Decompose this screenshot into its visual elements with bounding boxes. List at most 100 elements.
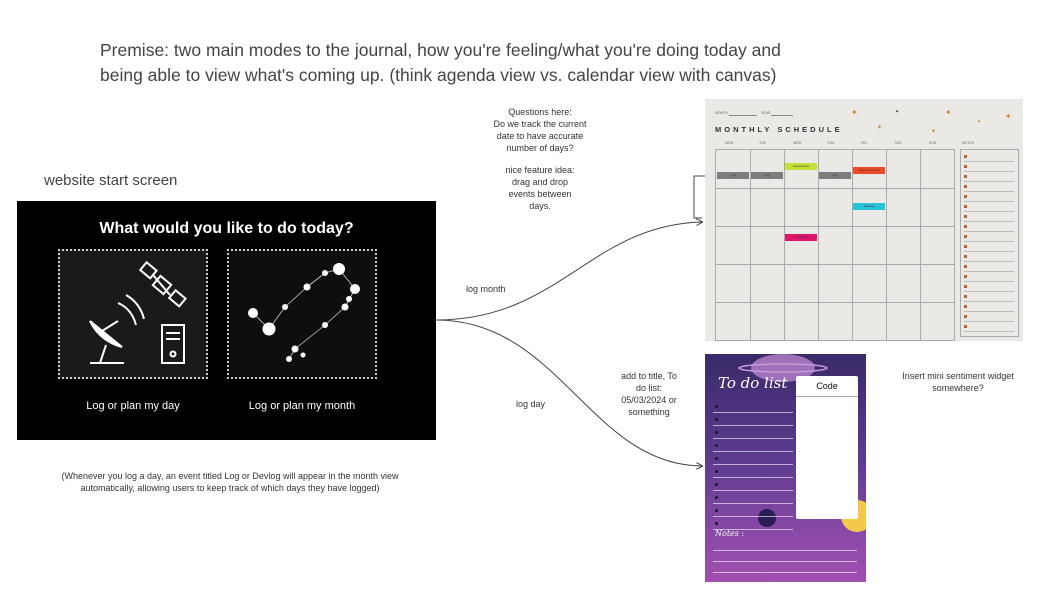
calendar-note-row xyxy=(964,233,1014,242)
calendar-note-row xyxy=(964,203,1014,212)
code-label: Code xyxy=(816,381,838,391)
notes-line[interactable] xyxy=(713,542,857,551)
calendar-col-line xyxy=(784,150,785,340)
calendar-row-line xyxy=(716,302,954,303)
svg-text:✦: ✦ xyxy=(977,119,981,125)
svg-text:✦: ✦ xyxy=(1005,112,1012,121)
calendar-event[interactable]: Log xyxy=(819,172,851,179)
note-line: Questions here: xyxy=(508,107,572,117)
note-bullet-icon xyxy=(964,305,967,308)
todo-item-line[interactable] xyxy=(713,493,793,504)
calendar-note-row xyxy=(964,153,1014,162)
moon-stars-decoration: ✦ ✦ ✦ ✦ ✦ ✦ ✦ xyxy=(851,108,1012,135)
calendar-day-header: TUE xyxy=(759,141,766,145)
calendar-note-row xyxy=(964,263,1014,272)
bullet-icon xyxy=(715,470,718,473)
todo-notes-label: Notes : xyxy=(715,529,745,538)
note-line: date to have accurate xyxy=(496,131,584,141)
note-bullet-icon xyxy=(964,255,967,258)
note-bullet-icon xyxy=(964,185,967,188)
bullet-icon xyxy=(715,444,718,447)
note-line: Insert mini sentiment widget xyxy=(902,371,1014,381)
note-bullet-icon xyxy=(964,285,967,288)
note-line: drag and drop xyxy=(511,177,569,187)
note-bullet-icon xyxy=(964,195,967,198)
note-line: days. xyxy=(529,201,551,211)
calendar-note-row xyxy=(964,243,1014,252)
note-bullet-icon xyxy=(964,225,967,228)
note-bullet-icon xyxy=(964,275,967,278)
log-month-connector xyxy=(435,222,702,321)
notes-line[interactable] xyxy=(713,575,857,582)
todo-item-line[interactable] xyxy=(713,506,793,517)
log-day-connector-label: log day xyxy=(516,399,546,409)
calendar-event[interactable]: Monthly review xyxy=(853,167,885,174)
calendar-year-label: YEAR xyxy=(761,111,771,115)
notes-line[interactable] xyxy=(713,564,857,573)
svg-text:✦: ✦ xyxy=(931,128,936,135)
calendar-title: MONTHLY SCHEDULE xyxy=(715,125,843,134)
note-bullet-icon xyxy=(964,205,967,208)
todo-item-line[interactable] xyxy=(713,402,793,413)
note-line: do list: xyxy=(635,383,662,393)
todo-item-line[interactable] xyxy=(713,454,793,465)
todo-item-line[interactable] xyxy=(713,467,793,478)
calendar-event[interactable]: Meeting xyxy=(853,203,885,210)
todo-item-line[interactable] xyxy=(713,428,793,439)
todo-note: add to title, To do list: 05/03/2024 or … xyxy=(604,370,694,418)
bullet-icon xyxy=(715,431,718,434)
note-bullet-icon xyxy=(964,175,967,178)
note-bullet-icon xyxy=(964,155,967,158)
calendar-note-row xyxy=(964,303,1014,312)
calendar-day-header: MON xyxy=(725,141,734,145)
calendar-row-line xyxy=(716,264,954,265)
calendar-note-row xyxy=(964,273,1014,282)
code-divider xyxy=(796,396,858,397)
note-line: events between xyxy=(508,189,572,199)
note-bullet-icon xyxy=(964,265,967,268)
calendar-day-header: FRI xyxy=(861,141,867,145)
todo-item-line[interactable] xyxy=(713,441,793,452)
calendar-col-line xyxy=(920,150,921,340)
bullet-icon xyxy=(715,522,718,525)
note-bullet-icon xyxy=(964,315,967,318)
calendar-cells: Log Log Assessment Log Monthly review Meeting… xyxy=(715,149,955,341)
svg-text:✦: ✦ xyxy=(877,124,882,131)
bullet-icon xyxy=(715,418,718,421)
bullet-icon xyxy=(715,496,718,499)
svg-text:✦: ✦ xyxy=(945,108,952,117)
todo-item-line[interactable] xyxy=(713,480,793,491)
calendar-col-line xyxy=(886,150,887,340)
questions-note: Questions here: Do we track the current … xyxy=(480,106,600,212)
note-line: somewhere? xyxy=(932,383,984,393)
note-bullet-icon xyxy=(964,215,967,218)
todo-item-line[interactable] xyxy=(713,415,793,426)
calendar-note-row xyxy=(964,323,1014,332)
calendar-month-label: MONTH xyxy=(715,111,728,115)
code-box: Code xyxy=(796,376,858,519)
note-line: something xyxy=(628,407,670,417)
calendar-note-row xyxy=(964,313,1014,322)
bullet-icon xyxy=(715,405,718,408)
calendar-day-header: THU xyxy=(827,141,835,145)
bullet-icon xyxy=(715,457,718,460)
calendar-event[interactable]: Assessment xyxy=(785,163,817,170)
note-line: add to title, To xyxy=(621,371,677,381)
calendar-day-header: SUN xyxy=(929,141,937,145)
note-bullet-icon xyxy=(964,245,967,248)
monthly-calendar-mockup: MONTH YEAR MONTHLY SCHEDULE ✦ ✦ ✦ ✦ ✦ ✦ … xyxy=(705,99,1023,341)
notes-line[interactable] xyxy=(713,553,857,562)
calendar-event[interactable]: Log xyxy=(751,172,783,179)
log-month-connector-label: log month xyxy=(466,284,506,294)
calendar-note-row xyxy=(964,283,1014,292)
calendar-note-row xyxy=(964,223,1014,232)
calendar-col-line xyxy=(852,150,853,340)
calendar-notes-panel xyxy=(960,149,1019,337)
calendar-note-row xyxy=(964,173,1014,182)
note-line: Do we track the current xyxy=(493,119,587,129)
calendar-event[interactable]: Birthday xyxy=(785,234,817,241)
note-line: nice feature idea: xyxy=(505,165,575,175)
calendar-note-row xyxy=(964,213,1014,222)
calendar-event[interactable]: Log xyxy=(717,172,749,179)
calendar-notes-label: NOTES xyxy=(962,141,975,145)
